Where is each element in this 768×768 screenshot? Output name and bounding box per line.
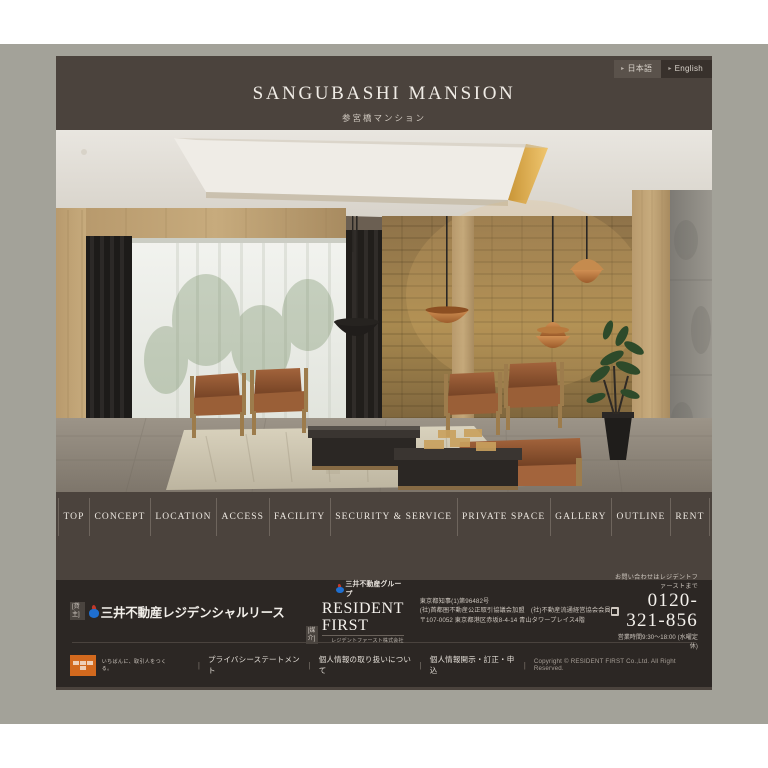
lang-label-japanese: 日本語: [627, 64, 653, 73]
association-memberships: (社)首都圏不動産公正取引協議会加盟 (社)不動産流通経営協会会員: [419, 607, 611, 615]
nav-item-concept[interactable]: CONCEPT: [90, 498, 151, 536]
language-switcher[interactable]: ▸ 日本語 ▸ English: [614, 60, 712, 78]
page-title: SANGUBASHI MANSION: [252, 83, 516, 104]
nav-item-gallery[interactable]: GALLERY: [551, 498, 613, 536]
contact-lead: お問い合わせはレジデントファーストまで: [614, 574, 698, 590]
link-privacy-statement[interactable]: プライバシーステートメント: [208, 654, 301, 676]
nav-item-outline[interactable]: OUTLINE: [612, 498, 671, 536]
agent-tag: [媒介]: [305, 625, 318, 644]
link-separator: |: [308, 660, 311, 670]
main-navigation[interactable]: TOP CONCEPT LOCATION ACCESS FACILITY SEC…: [56, 498, 712, 536]
copyright-text: Copyright © RESIDENT FIRST Co.,Ltd. All …: [533, 658, 676, 672]
lang-option-english[interactable]: ▸ English: [661, 60, 712, 78]
agent-group-row: 三井不動産グループ: [322, 579, 404, 599]
agent-group-label: 三井不動産グループ: [345, 580, 402, 598]
license-number: 東京都知事(1)第96482号: [419, 597, 490, 605]
link-personal-info-disclosure[interactable]: 個人情報開示・訂正・申込: [430, 654, 516, 676]
lessor-tag: [貸主]: [70, 602, 85, 620]
page-subtitle: 参宮橋マンション: [341, 113, 426, 123]
telephone-row[interactable]: 0120-321-856: [610, 590, 698, 631]
footer-top-row: [貸主] 三井不動産レジデンシャルリース [媒介] 三井不動産グループ RESI…: [70, 574, 698, 650]
site-container: ▸ 日本語 ▸ English SANGUBASHI MANSION 参宮橋マン…: [56, 56, 712, 690]
lang-option-japanese[interactable]: ▸ 日本語: [614, 60, 662, 78]
link-separator: |: [419, 660, 422, 670]
company-mark-icon: [70, 654, 96, 676]
link-personal-info-handling[interactable]: 個人情報の取り扱いについて: [319, 654, 412, 676]
site-footer: [貸主] 三井不動産レジデンシャルリース [媒介] 三井不動産グループ RESI…: [56, 574, 712, 687]
nav-item-facility[interactable]: FACILITY: [270, 498, 331, 536]
lessor-logo[interactable]: [貸主] 三井不動産レジデンシャルリース: [70, 602, 285, 621]
mark-tile: [79, 665, 86, 670]
contact-block: お問い合わせはレジデントファーストまで 0120-321-856 営業時間9:3…: [610, 572, 698, 650]
hero-illustration: [56, 130, 712, 492]
page-root: ▸ 日本語 ▸ English SANGUBASHI MANSION 参宮橋マン…: [0, 0, 768, 768]
nav-item-private-space[interactable]: PRIVATE SPACE: [458, 498, 551, 536]
agent-logo[interactable]: [媒介] 三井不動産グループ RESIDENT FIRST レジデントファースト…: [305, 579, 405, 644]
business-hours: 営業時間9:30〜18:00 (水曜定休): [617, 635, 698, 650]
nav-item-access[interactable]: ACCESS: [217, 498, 270, 536]
agent-logo-stack: 三井不動産グループ RESIDENT FIRST レジデントファースト株式会社: [321, 579, 405, 644]
mitsui-droplet-icon: [336, 584, 345, 594]
mark-tile: [79, 660, 86, 665]
lang-label-english: English: [674, 64, 703, 73]
lessor-name: 三井不動産レジデンシャルリース: [100, 605, 285, 620]
footer-bottom-row: いちばんに、取引人をつくる。 | プライバシーステートメント | 個人情報の取り…: [70, 643, 698, 687]
mark-tile: [86, 660, 93, 665]
freedial-icon: [610, 606, 619, 616]
link-separator: |: [523, 660, 526, 670]
corporate-info: 東京都知事(1)第96482号 (社)首都圏不動産公正取引協議会加盟 (社)不動…: [420, 597, 611, 626]
company-slogan: いちばんに、取引人をつくる。: [101, 659, 167, 672]
bullet-icon: ▸: [668, 66, 672, 72]
mitsui-droplet-icon: [89, 605, 100, 618]
site-header: ▸ 日本語 ▸ English SANGUBASHI MANSION 参宮橋マン…: [56, 56, 712, 130]
nav-item-location[interactable]: LOCATION: [151, 498, 218, 536]
footer-links[interactable]: | プライバシーステートメント | 個人情報の取り扱いについて | 個人情報開示…: [190, 654, 534, 676]
nav-item-security-service[interactable]: SECURITY & SERVICE: [331, 498, 458, 536]
mark-tile: [72, 660, 79, 665]
bullet-icon: ▸: [621, 66, 625, 72]
nav-item-top[interactable]: TOP: [58, 498, 90, 536]
telephone-number: 0120-321-856: [626, 590, 698, 631]
agent-name-sub: レジデントファースト株式会社: [331, 637, 404, 644]
nav-item-rent[interactable]: RENT: [671, 498, 710, 536]
agent-name: RESIDENT FIRST: [321, 599, 405, 636]
hero-image: [56, 130, 712, 492]
office-address: 〒107-0052 東京都港区赤坂8-4-14 青山タワープレイス4階: [419, 616, 585, 624]
link-separator: |: [197, 660, 200, 670]
